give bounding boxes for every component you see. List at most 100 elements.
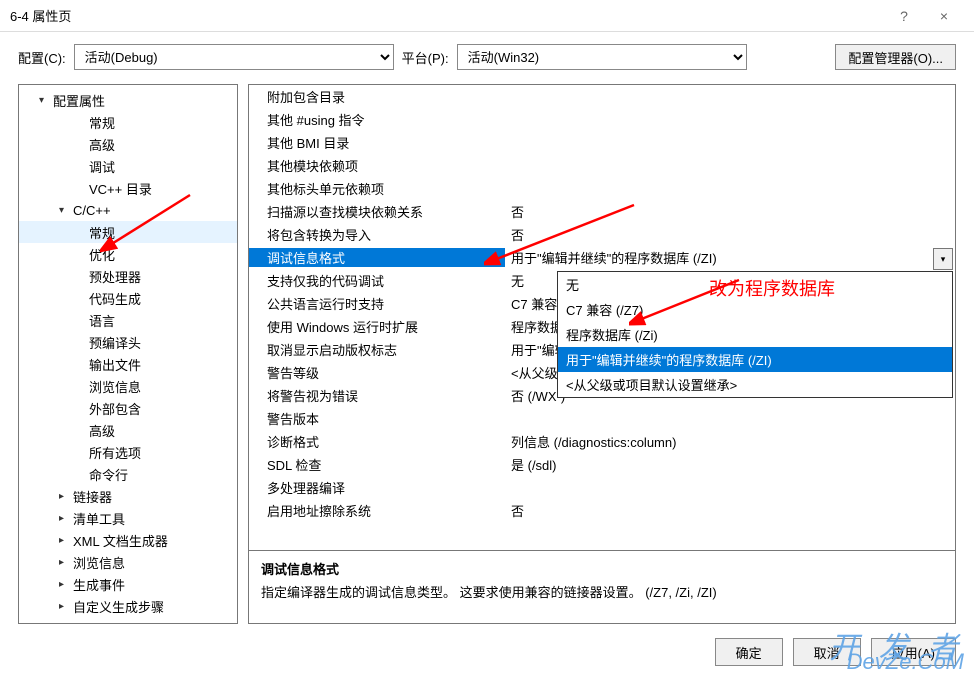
config-tree[interactable]: ▾配置属性常规高级调试VC++ 目录▾C/C++常规优化预处理器代码生成语言预编… (18, 84, 238, 624)
tree-item[interactable]: 预编译头 (19, 331, 237, 353)
property-label: 支持仅我的代码调试 (267, 271, 505, 290)
property-label: 其他模块依赖项 (267, 156, 505, 175)
tree-item[interactable]: 输出文件 (19, 353, 237, 375)
property-row[interactable]: 其他 BMI 目录 (249, 131, 955, 154)
property-row[interactable]: 其他 #using 指令 (249, 108, 955, 131)
description-title: 调试信息格式 (261, 559, 943, 578)
tree-item[interactable]: ▸浏览信息 (19, 551, 237, 573)
property-row[interactable]: 调试信息格式用于"编辑并继续"的程序数据库 (/ZI) (249, 246, 955, 269)
property-grid: 附加包含目录其他 #using 指令其他 BMI 目录其他模块依赖项其他标头单元… (248, 84, 956, 551)
property-value[interactable]: 否 (505, 501, 955, 520)
chevron-right-icon[interactable]: ▸ (59, 491, 73, 502)
property-row[interactable]: 其他标头单元依赖项 (249, 177, 955, 200)
dropdown-option[interactable]: <从父级或项目默认设置继承> (558, 372, 952, 397)
tree-item[interactable]: 浏览信息 (19, 375, 237, 397)
property-value[interactable]: 否 (505, 202, 955, 221)
property-label: 附加包含目录 (267, 87, 505, 106)
tree-item-label: 自定义生成步骤 (73, 597, 164, 616)
config-manager-button[interactable]: 配置管理器(O)... (835, 44, 956, 70)
tree-item[interactable]: ▸清单工具 (19, 507, 237, 529)
property-row[interactable]: 扫描源以查找模块依赖关系否 (249, 200, 955, 223)
tree-item[interactable]: 高级 (19, 419, 237, 441)
close-icon[interactable]: × (924, 8, 964, 24)
dropdown-option[interactable]: 程序数据库 (/Zi) (558, 322, 952, 347)
tree-item[interactable]: ▸生成事件 (19, 573, 237, 595)
tree-item[interactable]: ▾C/C++ (19, 199, 237, 221)
tree-item-label: 浏览信息 (89, 377, 141, 396)
property-value[interactable]: 是 (/sdl) (505, 455, 955, 474)
property-label: 诊断格式 (267, 432, 505, 451)
chevron-down-icon[interactable]: ▾ (59, 205, 73, 216)
property-row[interactable]: SDL 检查是 (/sdl) (249, 453, 955, 476)
tree-item[interactable]: 所有选项 (19, 441, 237, 463)
chevron-right-icon[interactable]: ▸ (59, 579, 73, 590)
tree-item[interactable]: 命令行 (19, 463, 237, 485)
tree-item-label: 代码生成 (89, 289, 141, 308)
tree-item[interactable]: ▾配置属性 (19, 89, 237, 111)
property-row[interactable]: 启用地址擦除系统否 (249, 499, 955, 522)
property-row[interactable]: 其他模块依赖项 (249, 154, 955, 177)
dropdown-option[interactable]: C7 兼容 (/Z7) (558, 297, 952, 322)
tree-item[interactable]: 预处理器 (19, 265, 237, 287)
property-row[interactable]: 多处理器编译 (249, 476, 955, 499)
tree-item-label: 预处理器 (89, 267, 141, 286)
tree-item-label: 命令行 (89, 465, 128, 484)
chevron-right-icon[interactable]: ▸ (59, 557, 73, 568)
tree-item[interactable]: 优化 (19, 243, 237, 265)
property-value[interactable]: 用于"编辑并继续"的程序数据库 (/ZI) (505, 248, 955, 267)
property-value[interactable]: 列信息 (/diagnostics:column) (505, 432, 955, 451)
tree-item[interactable]: 常规 (19, 111, 237, 133)
tree-item[interactable]: 代码生成 (19, 287, 237, 309)
apply-button[interactable]: 应用(A) (871, 638, 956, 666)
tree-item-label: 语言 (89, 311, 115, 330)
help-icon[interactable]: ? (884, 8, 924, 24)
description-box: 调试信息格式 指定编译器生成的调试信息类型。 这要求使用兼容的链接器设置。 (/… (248, 551, 956, 624)
tree-item-label: 常规 (89, 113, 115, 132)
chevron-right-icon[interactable]: ▸ (59, 513, 73, 524)
tree-item[interactable]: ▸自定义生成步骤 (19, 595, 237, 617)
config-select[interactable]: 活动(Debug) (74, 44, 394, 70)
description-text: 指定编译器生成的调试信息类型。 这要求使用兼容的链接器设置。 (/Z7, /Zi… (261, 582, 943, 601)
property-label: 将包含转换为导入 (267, 225, 505, 244)
property-row[interactable]: 警告版本 (249, 407, 955, 430)
property-label: 扫描源以查找模块依赖关系 (267, 202, 505, 221)
tree-item-label: 外部包含 (89, 399, 141, 418)
property-row[interactable]: 诊断格式列信息 (/diagnostics:column) (249, 430, 955, 453)
dropdown-toggle-icon[interactable]: ▾ (933, 248, 953, 270)
window-titlebar: 6-4 属性页 ? × (0, 0, 974, 32)
property-row[interactable]: 将包含转换为导入否 (249, 223, 955, 246)
tree-item[interactable]: 常规 (19, 221, 237, 243)
config-toolbar: 配置(C): 活动(Debug) 平台(P): 活动(Win32) 配置管理器(… (0, 32, 974, 84)
tree-item[interactable]: 语言 (19, 309, 237, 331)
chevron-down-icon[interactable]: ▾ (39, 95, 53, 106)
property-label: 取消显示启动版权标志 (267, 340, 505, 359)
property-label: 使用 Windows 运行时扩展 (267, 317, 505, 336)
tree-item[interactable]: ▸链接器 (19, 485, 237, 507)
tree-item[interactable]: 外部包含 (19, 397, 237, 419)
property-label: 公共语言运行时支持 (267, 294, 505, 313)
cancel-button[interactable]: 取消 (793, 638, 861, 666)
ok-button[interactable]: 确定 (715, 638, 783, 666)
platform-select[interactable]: 活动(Win32) (457, 44, 747, 70)
config-label: 配置(C): (18, 48, 66, 67)
tree-item-label: C/C++ (73, 203, 111, 218)
chevron-right-icon[interactable]: ▸ (59, 601, 73, 612)
tree-item-label: 优化 (89, 245, 115, 264)
right-pane: 附加包含目录其他 #using 指令其他 BMI 目录其他模块依赖项其他标头单元… (248, 84, 956, 624)
chevron-right-icon[interactable]: ▸ (59, 535, 73, 546)
tree-item-label: XML 文档生成器 (73, 531, 168, 550)
tree-item[interactable]: ▸XML 文档生成器 (19, 529, 237, 551)
property-label: SDL 检查 (267, 455, 505, 474)
dropdown-list[interactable]: 无C7 兼容 (/Z7)程序数据库 (/Zi)用于"编辑并继续"的程序数据库 (… (557, 271, 953, 398)
dropdown-option[interactable]: 无 (558, 272, 952, 297)
tree-item[interactable]: 高级 (19, 133, 237, 155)
dropdown-option[interactable]: 用于"编辑并继续"的程序数据库 (/ZI) (558, 347, 952, 372)
property-row[interactable]: 附加包含目录 (249, 85, 955, 108)
property-label: 其他 #using 指令 (267, 110, 505, 129)
property-label: 调试信息格式 (249, 248, 505, 267)
tree-item[interactable]: 调试 (19, 155, 237, 177)
tree-item-label: 高级 (89, 135, 115, 154)
property-value[interactable]: 否 (505, 225, 955, 244)
tree-item[interactable]: VC++ 目录 (19, 177, 237, 199)
property-label: 启用地址擦除系统 (267, 501, 505, 520)
